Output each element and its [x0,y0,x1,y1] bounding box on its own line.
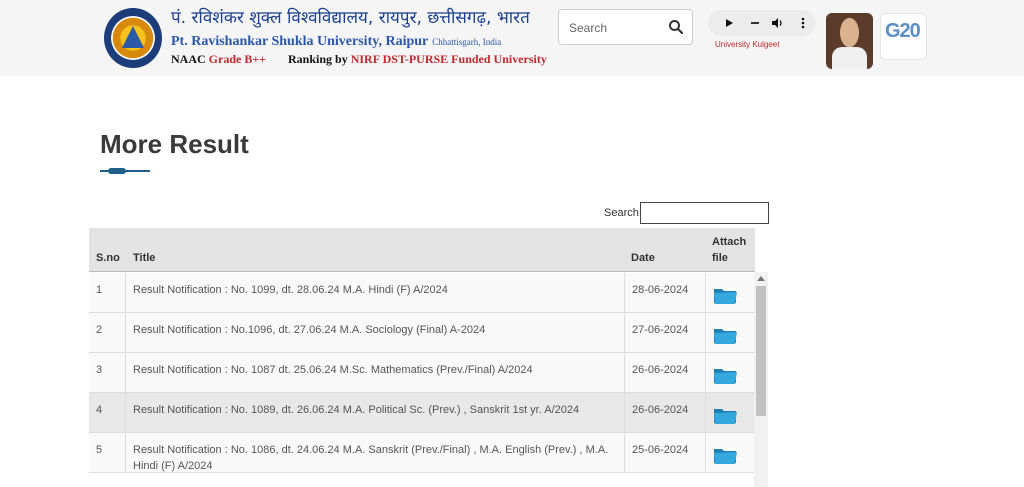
university-name-hindi: पं. रविशंकर शुक्ल विश्वविद्यालय, रायपुर,… [171,8,530,28]
cell-title: Result Notification : No. 1087 dt. 25.06… [126,353,625,392]
cell-attach [706,313,755,352]
table-filter-input[interactable] [640,202,769,224]
ranking-suffix: NIRF DST-PURSE Funded University [350,52,547,66]
cell-date: 25-06-2024 [625,433,706,472]
row-date: 25-06-2024 [632,444,689,456]
table-filter-label: Search: [604,207,642,219]
folder-icon[interactable] [713,405,738,425]
title-underline [100,168,150,174]
cell-date: 26-06-2024 [625,393,706,432]
cell-title: Result Notification : No. 1086, dt. 24.0… [126,433,625,472]
row-title: Result Notification : No. 1089, dt. 26.0… [133,404,580,416]
folder-icon[interactable] [713,445,738,465]
university-logo[interactable] [104,8,162,68]
scroll-up-arrow[interactable] [757,276,765,281]
g20-logo: G20 [880,13,927,60]
play-icon[interactable] [722,16,736,30]
row-sno: 3 [96,364,103,376]
cell-attach [706,393,755,432]
folder-icon[interactable] [713,285,738,305]
cell-date: 28-06-2024 [625,273,706,312]
site-search [558,9,693,45]
dignitary-portrait [826,13,873,69]
progress-track-icon[interactable] [748,16,762,30]
volume-icon[interactable] [770,16,784,30]
cell-sno: 2 [89,313,126,352]
site-header: पं. रविशंकर शुक्ल विश्वविद्यालय, रायपुर,… [0,0,1024,76]
column-header-date[interactable]: Date [631,252,655,264]
state-label: Chhattisgarh, India [432,37,502,47]
page-title: More Result [100,129,249,159]
row-title: Result Notification : No. 1099, dt. 28.0… [133,284,448,296]
folder-icon[interactable] [713,365,738,385]
university-name-english: Pt. Ravishankar Shukla University, Raipu… [171,34,501,50]
column-header-attach[interactable]: Attach [712,236,746,248]
table-row: 1 Result Notification : No. 1099, dt. 28.… [89,273,755,313]
more-options-icon[interactable] [796,16,810,30]
cell-attach [706,433,755,472]
row-title: Result Notification : No. 1086, dt. 24.0… [133,444,609,472]
row-sno: 4 [96,404,103,416]
ranking-prefix: Ranking by [288,52,348,66]
table-row: 3 Result Notification : No. 1087 dt. 25.0… [89,353,755,393]
cell-attach [706,273,755,312]
row-sno: 5 [96,444,103,456]
cell-sno: 5 [89,433,126,472]
row-sno: 1 [96,284,103,296]
university-name-english-text: Pt. Ravishankar Shukla University, Raipu… [171,34,429,49]
column-header-title[interactable]: Title [133,252,155,264]
cell-sno: 3 [89,353,126,392]
table-scrollbar[interactable] [754,272,768,487]
cell-attach [706,353,755,392]
scroll-thumb[interactable] [756,286,766,416]
table-header: S.no Title Date Attach file [89,228,755,272]
search-icon[interactable] [668,19,684,35]
column-header-sno[interactable]: S.no [96,252,120,264]
naac-grade: Grade B++ [208,52,267,66]
row-title: Result Notification : No. 1087 dt. 25.06… [133,364,533,376]
column-header-attach-file: file [712,252,728,264]
g20-logo-text: G20 [885,20,921,42]
accreditation-line: NAAC Grade B++ Ranking by NIRF DST-PURSE… [171,52,547,67]
row-date: 28-06-2024 [632,284,689,296]
row-title: Result Notification : No.1096, dt. 27.06… [133,324,486,336]
row-date: 26-06-2024 [632,404,689,416]
table-row: 4 Result Notification : No. 1089, dt. 26.… [89,393,755,433]
cell-title: Result Notification : No.1096, dt. 27.06… [126,313,625,352]
search-input[interactable] [569,18,661,38]
kulgeet-label: University Kulgeet [715,40,780,49]
cell-sno: 4 [89,393,126,432]
naac-prefix: NAAC [171,52,206,66]
kulgeet-audio-player [708,10,816,36]
cell-date: 27-06-2024 [625,313,706,352]
row-date: 27-06-2024 [632,324,689,336]
row-sno: 2 [96,324,103,336]
row-date: 26-06-2024 [632,364,689,376]
cell-title: Result Notification : No. 1099, dt. 28.0… [126,273,625,312]
table-row: 2 Result Notification : No.1096, dt. 27.0… [89,313,755,353]
cell-date: 26-06-2024 [625,353,706,392]
cell-title: Result Notification : No. 1089, dt. 26.0… [126,393,625,432]
folder-icon[interactable] [713,325,738,345]
cell-sno: 1 [89,273,126,312]
table-row: 5 Result Notification : No. 1086, dt. 24.… [89,433,755,473]
